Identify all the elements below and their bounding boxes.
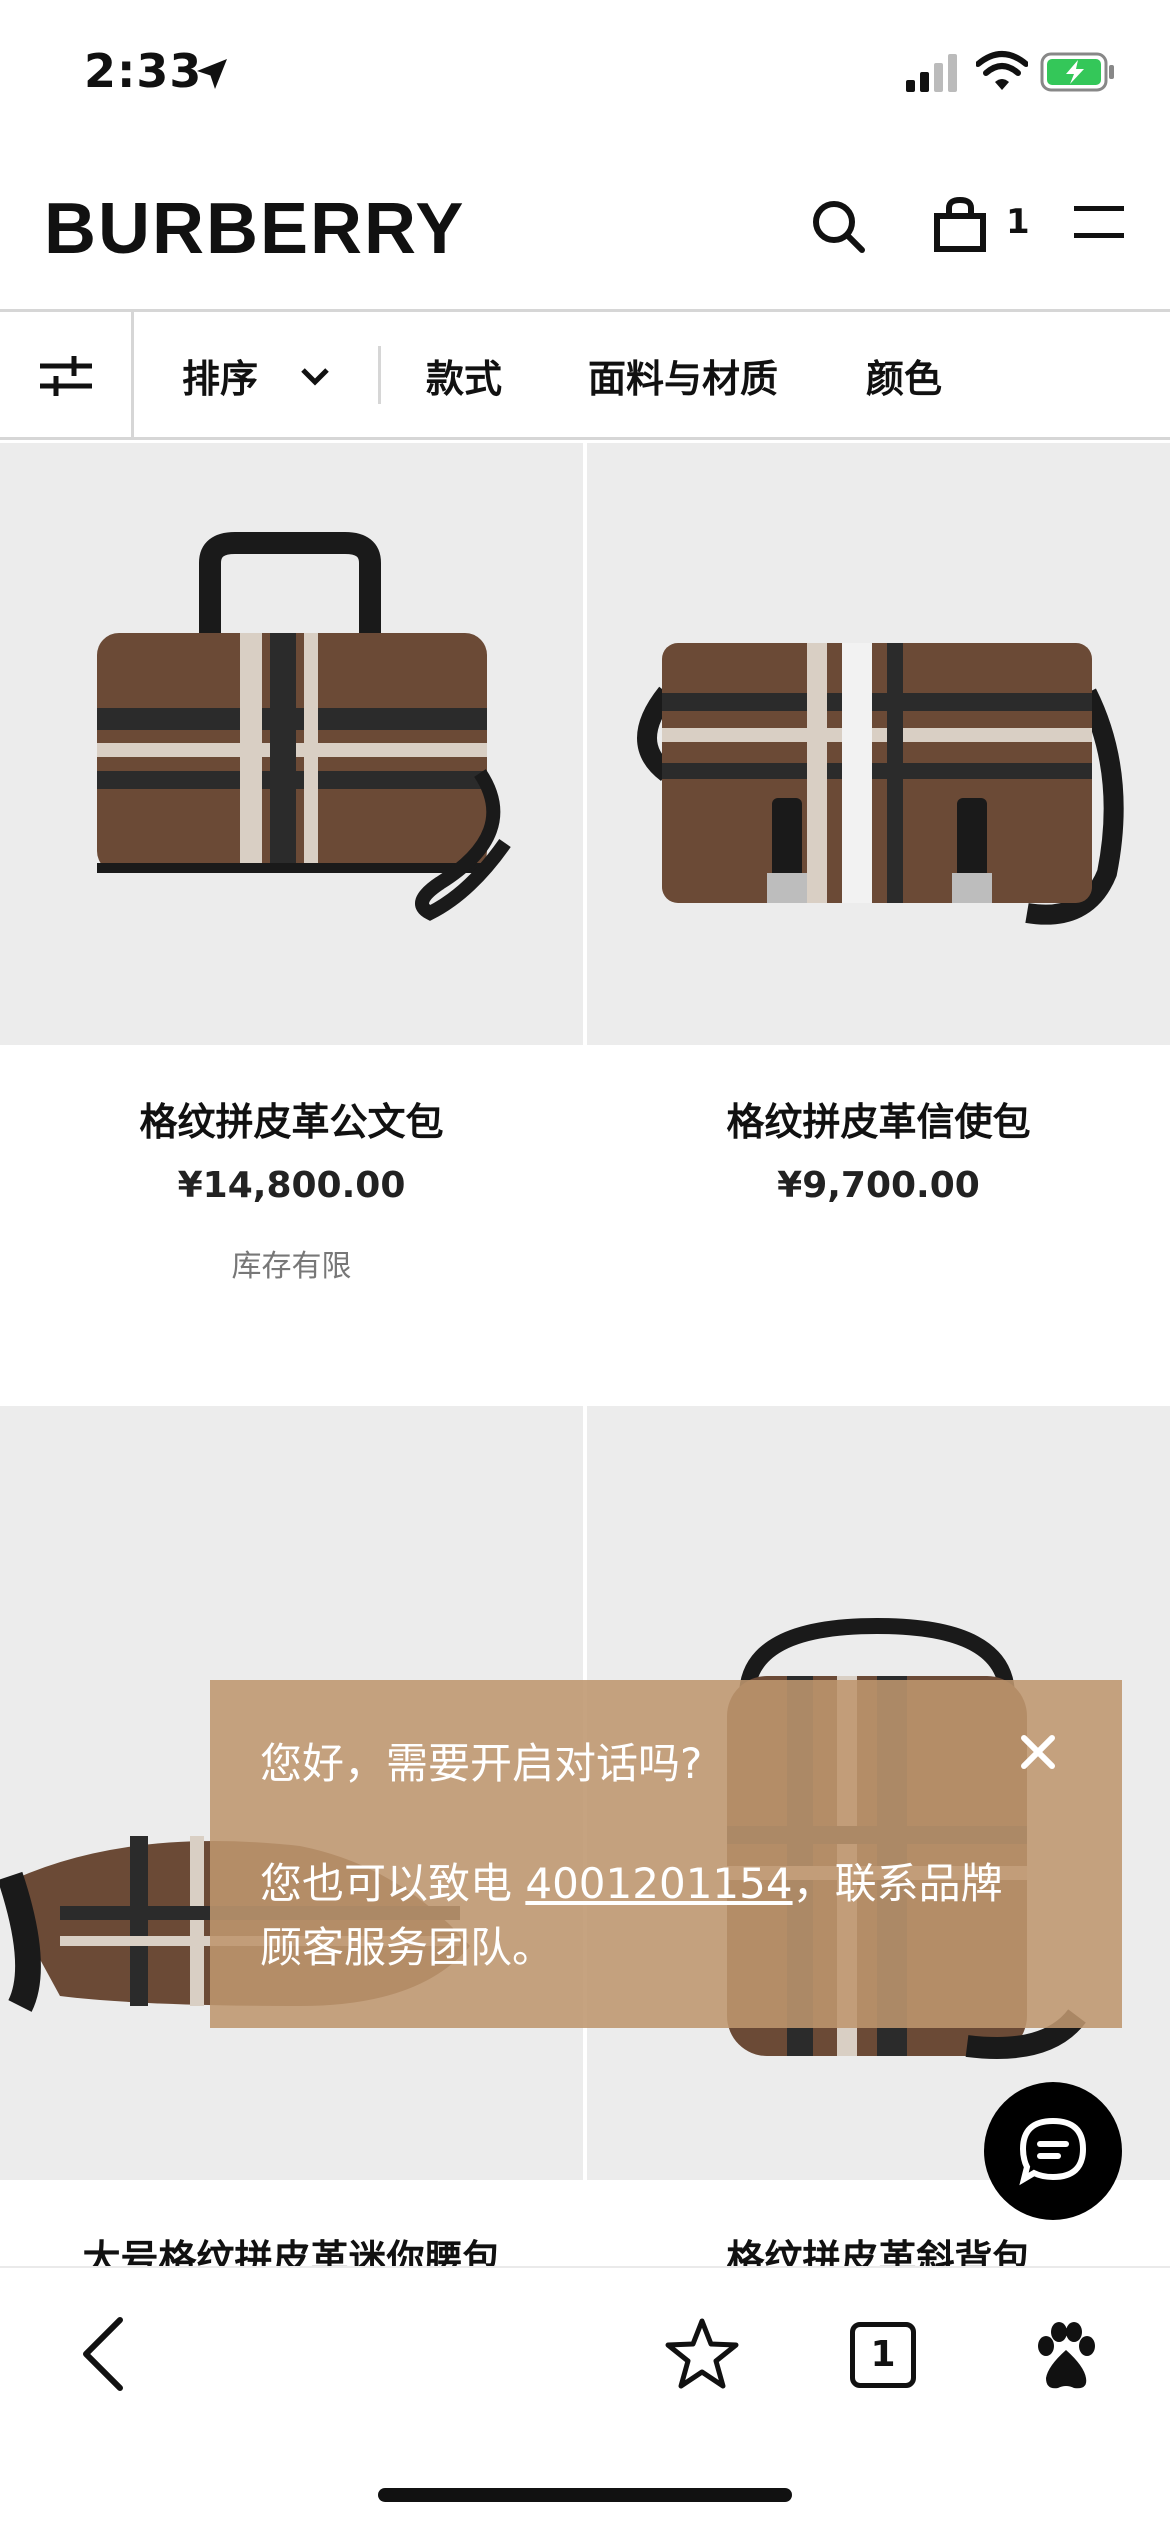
shopping-bag-icon[interactable] <box>934 196 986 252</box>
sort-label: 排序 <box>182 357 259 401</box>
sort-dropdown[interactable]: 排序 <box>182 348 332 403</box>
product-price: ¥9,700.00 <box>777 1165 980 1206</box>
close-icon[interactable] <box>1018 1732 1058 1772</box>
wifi-icon <box>976 51 1028 90</box>
menu-icon[interactable] <box>1074 202 1124 242</box>
product-stock: 库存有限 <box>231 1249 352 1284</box>
chat-invite-popup: 您好，需要开启对话吗? 您也可以致电 4001201154，联系品牌顾客服务团队… <box>210 1680 1122 2028</box>
signal-icon <box>906 54 957 92</box>
filter-style[interactable]: 款式 <box>426 348 502 403</box>
back-arrow-icon[interactable] <box>76 2314 132 2394</box>
star-icon[interactable] <box>664 2316 740 2392</box>
site-header: BURBERRY 1 <box>0 150 1170 312</box>
search-icon[interactable] <box>810 198 866 254</box>
chat-icon <box>1019 2117 1087 2186</box>
location-arrow-icon <box>197 59 227 89</box>
chevron-down-icon <box>301 367 329 386</box>
filter-divider <box>378 346 381 404</box>
filter-toggle-button[interactable] <box>0 312 134 440</box>
filter-sliders-icon <box>40 356 92 396</box>
chat-body-prefix: 您也可以致电 <box>260 1859 526 1908</box>
filter-color[interactable]: 颜色 <box>866 348 942 403</box>
product-name[interactable]: 格纹拼皮革公文包 <box>0 1091 583 1146</box>
bag-count[interactable]: 1 <box>1006 202 1030 242</box>
product-image[interactable] <box>0 443 583 1045</box>
brand-logo[interactable]: BURBERRY <box>44 188 465 270</box>
status-time: 2:33 <box>84 44 203 98</box>
product-card[interactable]: 格纹拼皮革信使包 ¥9,700.00 <box>587 443 1170 1403</box>
product-card[interactable]: 格纹拼皮革公文包 ¥14,800.00 库存有限 <box>0 443 583 1403</box>
filter-bar: 排序 款式 面料与材质 颜色 <box>0 312 1170 440</box>
briefcase-image <box>0 443 583 1045</box>
home-indicator <box>378 2488 792 2502</box>
filter-material[interactable]: 面料与材质 <box>588 348 778 403</box>
chat-button[interactable] <box>984 2082 1122 2220</box>
baidu-paw-icon[interactable] <box>1030 2320 1102 2392</box>
product-image[interactable] <box>587 443 1170 1045</box>
battery-charging-icon <box>1040 52 1114 92</box>
tabs-button[interactable]: 1 <box>850 2322 916 2388</box>
chat-title: 您好，需要开启对话吗? <box>260 1739 703 1788</box>
status-bar: 2:33 <box>0 0 1170 150</box>
phone-link[interactable]: 4001201154 <box>525 1859 792 1908</box>
chat-body: 您也可以致电 4001201154，联系品牌顾客服务团队。 <box>260 1852 1040 1980</box>
messenger-bag-image <box>587 443 1170 1045</box>
product-name[interactable]: 格纹拼皮革信使包 <box>587 1091 1170 1146</box>
product-price: ¥14,800.00 <box>177 1165 406 1206</box>
